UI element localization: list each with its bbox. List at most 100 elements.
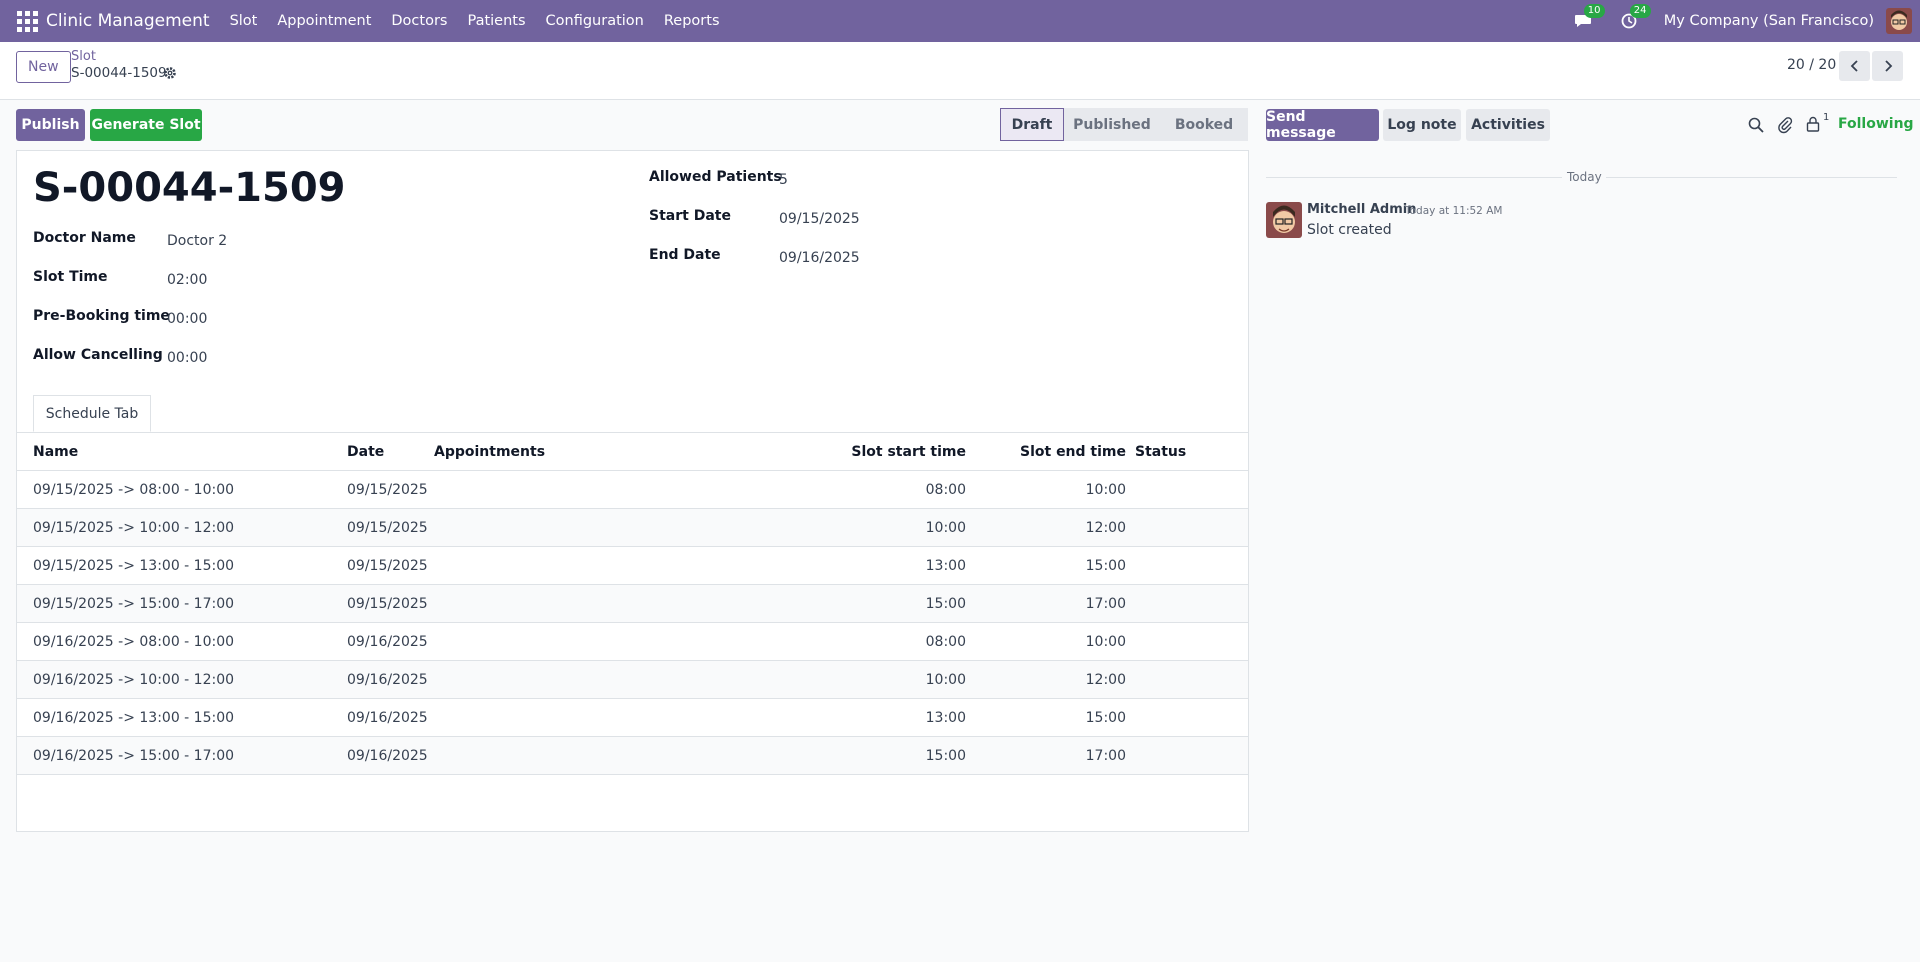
menu-appointment[interactable]: Appointment [267, 13, 381, 29]
tab-schedule[interactable]: Schedule Tab [33, 395, 151, 432]
pre-booking-time-value[interactable]: 00:00 [167, 311, 207, 327]
stage-draft[interactable]: Draft [1000, 108, 1064, 141]
paperclip-icon[interactable] [1777, 116, 1793, 134]
table-row[interactable]: 09/16/2025 -> 08:00 - 10:00 09/16/2025 0… [17, 623, 1248, 661]
column-slot-start-time[interactable]: Slot start time [851, 433, 966, 471]
message-author[interactable]: Mitchell Admin [1307, 202, 1416, 217]
start-date-label: Start Date [649, 208, 731, 224]
column-slot-end-time[interactable]: Slot end time [1020, 433, 1126, 471]
row-name: 09/16/2025 -> 10:00 - 12:00 [33, 672, 235, 688]
row-date: 09/16/2025 [347, 748, 428, 764]
menu-slot[interactable]: Slot [220, 13, 268, 29]
slot-time-label: Slot Time [33, 269, 108, 285]
date-separator: Today [1567, 170, 1602, 184]
row-date: 09/16/2025 [347, 634, 428, 650]
row-name: 09/16/2025 -> 13:00 - 15:00 [33, 710, 235, 726]
doctor-name-value[interactable]: Doctor 2 [167, 233, 227, 249]
table-row[interactable]: 09/15/2025 -> 13:00 - 15:00 09/15/2025 1… [17, 547, 1248, 585]
stage-published[interactable]: Published [1064, 108, 1160, 141]
user-avatar[interactable] [1886, 8, 1912, 34]
following-button[interactable]: Following [1838, 116, 1914, 132]
column-date[interactable]: Date [347, 433, 384, 471]
activities-clock-icon[interactable]: 24 [1618, 4, 1651, 32]
breadcrumb-current: S-00044-1509 [71, 65, 167, 81]
column-status[interactable]: Status [1135, 433, 1186, 471]
allowed-patients-value[interactable]: 5 [779, 172, 788, 188]
log-note-button[interactable]: Log note [1383, 109, 1461, 141]
pager-next-button[interactable] [1872, 51, 1903, 81]
top-navbar: Clinic Management Slot Appointment Docto… [0, 0, 1920, 42]
message-body: Slot created [1307, 222, 1392, 238]
message-author-avatar[interactable] [1266, 202, 1302, 238]
row-start: 08:00 [925, 634, 966, 650]
record-title: S-00044-1509 [33, 165, 346, 211]
schedule-list: Name Date Appointments Slot start time S… [17, 433, 1248, 775]
row-end: 10:00 [1085, 634, 1126, 650]
company-switcher[interactable]: My Company (San Francisco) [1664, 13, 1874, 29]
chevron-right-icon [1884, 60, 1892, 72]
row-start: 10:00 [925, 520, 966, 536]
row-end: 12:00 [1085, 520, 1126, 536]
breadcrumb-parent[interactable]: Slot [71, 49, 96, 64]
stage-booked[interactable]: Booked [1160, 108, 1248, 141]
row-start: 15:00 [925, 596, 966, 612]
date-separator-line-left [1266, 177, 1562, 178]
table-row[interactable]: 09/15/2025 -> 08:00 - 10:00 09/15/2025 0… [17, 471, 1248, 509]
row-name: 09/15/2025 -> 13:00 - 15:00 [33, 558, 235, 574]
row-date: 09/16/2025 [347, 672, 428, 688]
followers-lock-icon[interactable] [1806, 116, 1820, 132]
app-brand[interactable]: Clinic Management [46, 11, 210, 31]
row-name: 09/16/2025 -> 08:00 - 10:00 [33, 634, 235, 650]
slot-time-value[interactable]: 02:00 [167, 272, 207, 288]
row-end: 17:00 [1085, 748, 1126, 764]
menu-doctors[interactable]: Doctors [381, 13, 457, 29]
table-row[interactable]: 09/15/2025 -> 10:00 - 12:00 09/15/2025 1… [17, 509, 1248, 547]
menu-configuration[interactable]: Configuration [536, 13, 654, 29]
new-button[interactable]: New [16, 51, 71, 83]
row-name: 09/15/2025 -> 10:00 - 12:00 [33, 520, 235, 536]
activities-button[interactable]: Activities [1466, 109, 1550, 141]
pre-booking-time-label: Pre-Booking time [33, 308, 170, 324]
search-icon[interactable] [1748, 117, 1764, 133]
date-separator-line-right [1606, 177, 1897, 178]
allow-cancelling-label: Allow Cancelling [33, 347, 163, 363]
pager-previous-button[interactable] [1839, 51, 1870, 81]
schedule-list-body: 09/15/2025 -> 08:00 - 10:00 09/15/2025 0… [17, 471, 1248, 775]
row-start: 08:00 [925, 482, 966, 498]
generate-slot-button[interactable]: Generate Slot [90, 109, 202, 141]
table-row[interactable]: 09/15/2025 -> 15:00 - 17:00 09/15/2025 1… [17, 585, 1248, 623]
menu-reports[interactable]: Reports [654, 13, 730, 29]
table-row[interactable]: 09/16/2025 -> 13:00 - 15:00 09/16/2025 1… [17, 699, 1248, 737]
start-date-value[interactable]: 09/15/2025 [779, 211, 860, 227]
messages-count-badge: 10 [1583, 4, 1605, 18]
followers-count: 1 [1823, 112, 1830, 123]
row-date: 09/15/2025 [347, 520, 428, 536]
row-name: 09/15/2025 -> 08:00 - 10:00 [33, 482, 235, 498]
end-date-label: End Date [649, 247, 721, 263]
end-date-value[interactable]: 09/16/2025 [779, 250, 860, 266]
row-name: 09/16/2025 -> 15:00 - 17:00 [33, 748, 235, 764]
row-name: 09/15/2025 -> 15:00 - 17:00 [33, 596, 235, 612]
row-end: 17:00 [1085, 596, 1126, 612]
column-appointments[interactable]: Appointments [434, 433, 545, 471]
gear-icon[interactable] [163, 66, 177, 80]
send-message-button[interactable]: Send message [1266, 109, 1379, 141]
pager-value[interactable]: 20 / 20 [1787, 57, 1836, 73]
row-date: 09/15/2025 [347, 558, 428, 574]
table-row[interactable]: 09/16/2025 -> 10:00 - 12:00 09/16/2025 1… [17, 661, 1248, 699]
control-panel: New Slot S-00044-1509 20 / 20 [0, 42, 1920, 100]
column-name[interactable]: Name [33, 433, 78, 471]
menu-patients[interactable]: Patients [457, 13, 535, 29]
doctor-name-label: Doctor Name [33, 230, 136, 246]
messages-icon[interactable]: 10 [1572, 4, 1605, 32]
row-end: 15:00 [1085, 710, 1126, 726]
publish-button[interactable]: Publish [16, 109, 85, 141]
allow-cancelling-value[interactable]: 00:00 [167, 350, 207, 366]
row-start: 13:00 [925, 710, 966, 726]
apps-menu-icon[interactable] [14, 8, 40, 34]
row-start: 13:00 [925, 558, 966, 574]
row-start: 10:00 [925, 672, 966, 688]
row-end: 12:00 [1085, 672, 1126, 688]
table-row[interactable]: 09/16/2025 -> 15:00 - 17:00 09/16/2025 1… [17, 737, 1248, 775]
form-sheet: S-00044-1509 Doctor Name Doctor 2 Slot T… [16, 150, 1249, 832]
